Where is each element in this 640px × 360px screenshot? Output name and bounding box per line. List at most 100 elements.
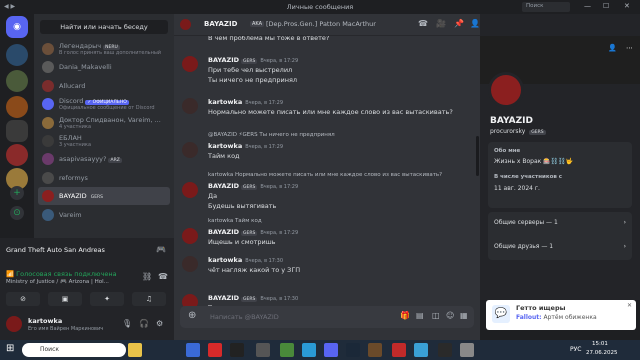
- dm-item[interactable]: reformys: [38, 169, 170, 187]
- mutual-servers-row[interactable]: Общие серверы — 1 ›: [494, 219, 626, 226]
- dm-item[interactable]: Легендарыч NERU В голос принять ваш дополн…: [38, 40, 170, 58]
- sticker-icon[interactable]: ◫: [432, 311, 440, 320]
- avatar[interactable]: [182, 98, 198, 114]
- top-search-box[interactable]: Поиск: [522, 2, 570, 12]
- server-icon-3[interactable]: [6, 96, 28, 118]
- avatar: [42, 171, 54, 184]
- maximize-icon[interactable]: ☐: [603, 2, 609, 10]
- discord-home-icon[interactable]: ◉: [6, 16, 28, 38]
- dm-item[interactable]: Доктор Спидванон, Vareim, ... 4 участника: [38, 114, 170, 132]
- clock-time[interactable]: 15:01: [592, 341, 608, 347]
- activity-button[interactable]: ✦: [90, 292, 124, 306]
- gamepad-icon[interactable]: 🎮: [156, 245, 166, 254]
- message-text: В чём проблема мы тоже в ответе?: [208, 36, 330, 42]
- dm-item[interactable]: Dania_Makavelli: [38, 58, 170, 76]
- explore-icon[interactable]: ⊙: [10, 206, 24, 220]
- message-author[interactable]: BAYAZID: [208, 294, 239, 302]
- minimize-icon[interactable]: —: [584, 2, 591, 10]
- mic-icon[interactable]: 🎙: [122, 319, 132, 328]
- avatar[interactable]: [182, 228, 198, 244]
- add-friend-profile-icon[interactable]: 👤: [608, 44, 617, 52]
- avatar[interactable]: [182, 256, 198, 272]
- dm-name: Allucard: [59, 81, 86, 90]
- emoji-icon[interactable]: ☺: [446, 311, 454, 320]
- app-icon-2[interactable]: [208, 343, 222, 357]
- server-icon-4[interactable]: [6, 120, 28, 142]
- message-author[interactable]: kartowka: [208, 142, 242, 150]
- message-author[interactable]: BAYAZID: [208, 56, 239, 64]
- mutual-friends-row[interactable]: Общие друзья — 1 ›: [494, 243, 626, 250]
- app-icon-8[interactable]: [346, 343, 360, 357]
- message-author[interactable]: BAYAZID: [208, 182, 239, 190]
- gear-icon[interactable]: ⚙: [156, 319, 163, 328]
- clock-date[interactable]: 27.06.2025: [586, 350, 618, 356]
- soundboard-button[interactable]: ♫: [132, 292, 166, 306]
- app-icon-12[interactable]: [438, 343, 452, 357]
- app-icon-10[interactable]: [392, 343, 406, 357]
- reply-preview[interactable]: kartowka Тайм код: [208, 218, 262, 224]
- app-icon-6[interactable]: [302, 343, 316, 357]
- voice-status: 📶 Голосовая связь подключена: [6, 270, 117, 278]
- message-composer[interactable]: ⊕ Написать @BAYAZID 🎁 ▤ ◫ ☺ ▦: [180, 306, 474, 328]
- member-since: 11 авг. 2024 г.: [494, 185, 540, 192]
- chat-scrollbar[interactable]: [476, 136, 479, 176]
- avatar[interactable]: [182, 142, 198, 158]
- profile-avatar[interactable]: [488, 72, 524, 108]
- avatar[interactable]: [182, 182, 198, 198]
- avatar[interactable]: [6, 316, 22, 332]
- app-icon-3[interactable]: [230, 343, 244, 357]
- add-friend-icon[interactable]: 👤: [470, 19, 480, 28]
- gif-icon[interactable]: ▤: [416, 311, 424, 320]
- taskbar-search[interactable]: Поиск: [22, 343, 126, 357]
- language-indicator[interactable]: РУС: [570, 346, 581, 353]
- message-header: kartowka Вчера, в 17:30: [208, 256, 283, 264]
- author-tag: GERS: [241, 185, 258, 190]
- server-icon-1[interactable]: [6, 44, 28, 66]
- noise-suppression-icon[interactable]: ⛓: [142, 272, 152, 281]
- server-icon-2[interactable]: [6, 70, 28, 92]
- headphones-icon[interactable]: 🎧: [139, 319, 149, 328]
- call-icon[interactable]: ☎: [418, 19, 428, 28]
- gift-icon[interactable]: 🎁: [400, 311, 410, 320]
- video-icon[interactable]: 🎥: [436, 19, 446, 28]
- close-icon[interactable]: ✕: [624, 2, 630, 10]
- message-author[interactable]: kartowka: [208, 256, 242, 264]
- user-name: kartowka: [28, 317, 63, 325]
- attach-icon[interactable]: ⊕: [188, 310, 196, 321]
- dm-item[interactable]: BAYAZID GERS: [38, 187, 170, 206]
- app-icon-4[interactable]: [256, 343, 270, 357]
- app-icon-11[interactable]: [414, 343, 428, 357]
- more-icon[interactable]: ⋯: [626, 44, 633, 52]
- dm-item[interactable]: Discord ✓ ОФИЦИАЛЬНО Официальное сообщение…: [38, 95, 170, 113]
- app-icon-1[interactable]: [186, 343, 200, 357]
- message-author[interactable]: BAYAZID: [208, 228, 239, 236]
- message-header: kartowka Вчера, в 17:29: [208, 142, 283, 150]
- dm-item[interactable]: asapivasayyy? ARZ: [38, 150, 170, 168]
- app-icon-13[interactable]: [460, 343, 474, 357]
- add-server-icon[interactable]: +: [10, 186, 24, 200]
- voice-channel[interactable]: Ministry of Justice / 🎮 Arizona | Hol...: [6, 279, 109, 285]
- server-icon-5[interactable]: [6, 144, 28, 166]
- avatar[interactable]: [182, 56, 198, 72]
- dm-item[interactable]: ЕБЛАН 3 участника: [38, 132, 170, 150]
- app-icon-5[interactable]: [280, 343, 294, 357]
- notification-close-icon[interactable]: ✕: [627, 302, 632, 309]
- reply-preview[interactable]: @BAYAZID ⚡GERS Ты ничего не предпринял: [208, 132, 335, 138]
- discord-taskbar-icon[interactable]: [324, 343, 338, 357]
- find-conversation-button[interactable]: Найти или начать беседу: [40, 20, 168, 34]
- taskbar-widget-icon[interactable]: [128, 343, 142, 357]
- reply-preview[interactable]: kartowka Нормально можете писать или мне…: [208, 172, 442, 178]
- chat-header-name[interactable]: BAYAZID: [204, 20, 237, 28]
- apps-icon[interactable]: ▦: [460, 311, 468, 320]
- message-author[interactable]: kartowka: [208, 98, 242, 106]
- dm-item[interactable]: Allucard: [38, 77, 170, 95]
- dm-name: reformys: [59, 173, 88, 182]
- disconnect-icon[interactable]: ☎: [158, 272, 168, 281]
- windows-start-icon[interactable]: ⊞: [6, 343, 14, 354]
- notification-toast[interactable]: 💬 Гетто ищеры Fallout: Артём обиженка ✕: [486, 300, 636, 330]
- screen-share-button[interactable]: ▣: [48, 292, 82, 306]
- pin-icon[interactable]: 📌: [454, 19, 464, 28]
- dm-item[interactable]: Vareim: [38, 206, 170, 224]
- app-icon-9[interactable]: [368, 343, 382, 357]
- camera-button[interactable]: ⊘: [6, 292, 40, 306]
